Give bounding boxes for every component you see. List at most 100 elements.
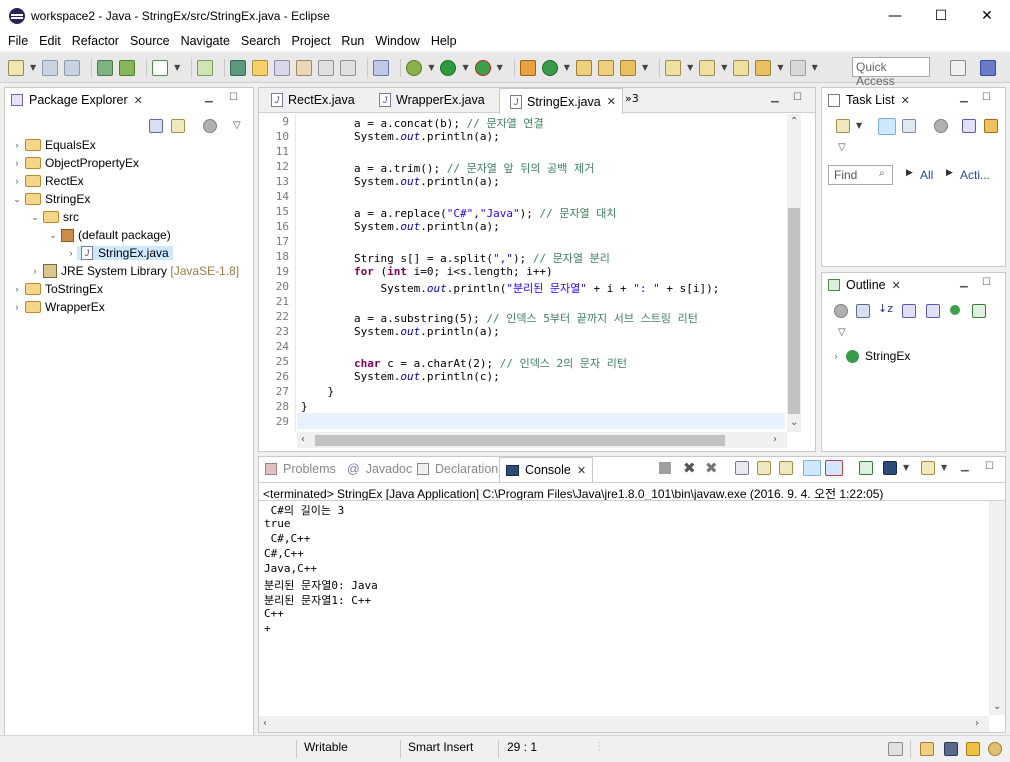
book-icon[interactable] xyxy=(920,742,934,756)
horizontal-scrollbar[interactable]: ‹ › xyxy=(297,432,787,448)
menu-window[interactable]: Window xyxy=(371,34,423,48)
sort-icon[interactable]: ↓z xyxy=(878,302,893,315)
minimize-view-icon[interactable]: ▁ xyxy=(205,92,213,103)
new-task-icon[interactable] xyxy=(836,119,850,133)
previous-annotation-icon[interactable] xyxy=(699,59,716,76)
tree-item-equalsex[interactable]: › EqualsEx xyxy=(11,136,251,154)
search-pencil-icon[interactable] xyxy=(619,59,636,76)
word-wrap-icon[interactable] xyxy=(779,461,793,475)
menu-run[interactable]: Run xyxy=(337,34,368,48)
tab-wrapperex-java[interactable]: J WrapperEx.java xyxy=(369,88,491,112)
open-console-icon[interactable] xyxy=(921,461,935,475)
quick-access-input[interactable]: Quick Access xyxy=(852,57,930,88)
forward-icon[interactable] xyxy=(789,59,806,76)
code-area[interactable]: 9 10 11 12 13 14 15 16 17 18 19 20 21 22… xyxy=(259,114,799,432)
open-perspective-icon[interactable] xyxy=(950,60,966,76)
focus-icon[interactable] xyxy=(834,304,848,318)
show-whitespace-icon[interactable] xyxy=(318,59,335,76)
minimize-button[interactable]: — xyxy=(872,0,918,31)
minimize-view-icon[interactable]: ▁ xyxy=(771,92,779,103)
drag-handle-icon[interactable]: ⋮ xyxy=(594,741,604,752)
magic-wand-icon[interactable] xyxy=(966,742,980,756)
chevron-right-icon[interactable]: › xyxy=(65,248,77,258)
new-icon[interactable] xyxy=(8,59,24,76)
block-selection-icon[interactable] xyxy=(296,59,313,76)
tab-outline[interactable]: Outline ✕ xyxy=(822,273,907,297)
run-icon[interactable] xyxy=(440,59,457,76)
toggle-breadcrumb-icon[interactable] xyxy=(274,59,291,76)
view-menu-icon[interactable]: ▽ xyxy=(233,120,241,131)
tab-package-explorer[interactable]: Package Explorer ✕ xyxy=(5,88,149,112)
hide-fields-icon[interactable] xyxy=(902,304,916,318)
settings-gear-icon[interactable] xyxy=(988,742,1002,756)
import-icon[interactable] xyxy=(97,59,114,76)
collapse-all-icon[interactable] xyxy=(856,304,870,318)
tab-task-list[interactable]: Task List ✕ xyxy=(822,88,916,112)
show-stderr-icon[interactable] xyxy=(825,460,843,476)
hide-local-types-icon[interactable] xyxy=(972,304,986,318)
tree-item-rectex[interactable]: › RectEx xyxy=(11,172,251,190)
chevron-right-icon[interactable]: › xyxy=(11,176,23,186)
tree-item-stringex-java[interactable]: › J StringEx.java xyxy=(11,244,251,262)
open-folder-icon[interactable] xyxy=(575,59,592,76)
remove-all-icon[interactable]: ✖ xyxy=(705,459,718,477)
view-menu-icon[interactable]: ▽ xyxy=(838,327,846,338)
scroll-left-icon[interactable]: ‹ xyxy=(263,718,267,729)
collapse-all-icon[interactable] xyxy=(149,119,163,133)
menu-refactor[interactable]: Refactor xyxy=(68,34,123,48)
tree-item-objectpropertyex[interactable]: › ObjectPropertyEx xyxy=(11,154,251,172)
categorized-icon[interactable] xyxy=(878,118,896,135)
chevron-down-icon[interactable]: ⌄ xyxy=(11,194,23,205)
close-icon[interactable]: ✕ xyxy=(577,464,586,477)
chevron-right-icon[interactable]: › xyxy=(11,158,23,168)
close-button[interactable]: ✕ xyxy=(964,0,1010,31)
tree-item-default-package[interactable]: ⌄ (default package) xyxy=(11,226,251,244)
tree-item-wrapperex[interactable]: › WrapperEx xyxy=(11,298,251,316)
vertical-scrollbar[interactable]: ⌃ ⌄ xyxy=(787,114,801,432)
tab-stringex-java[interactable]: J StringEx.java ✕ xyxy=(499,88,623,114)
hide-completed-icon[interactable] xyxy=(962,119,976,133)
close-icon[interactable]: ✕ xyxy=(892,279,901,292)
close-icon[interactable]: ✕ xyxy=(607,95,616,108)
mark-occurrences-icon[interactable] xyxy=(252,59,269,76)
maximize-button[interactable]: ☐ xyxy=(918,0,964,31)
menu-edit[interactable]: Edit xyxy=(35,34,65,48)
close-icon[interactable]: ✕ xyxy=(134,94,143,107)
menu-file[interactable]: File xyxy=(4,34,32,48)
activate-link[interactable]: Acti... xyxy=(960,168,990,182)
maximize-view-icon[interactable]: ☐ xyxy=(982,92,991,103)
console-horizontal-scrollbar[interactable]: ‹ › xyxy=(259,716,989,732)
tab-overflow[interactable]: »3 xyxy=(625,92,639,105)
menu-search[interactable]: Search xyxy=(237,34,285,48)
progress-icon[interactable] xyxy=(888,742,903,756)
checklist-icon[interactable] xyxy=(152,59,169,76)
filters-icon[interactable] xyxy=(934,119,948,133)
last-edit-icon[interactable] xyxy=(733,59,750,76)
close-icon[interactable]: ✕ xyxy=(901,94,910,107)
synchronize-icon[interactable] xyxy=(984,119,998,133)
minimize-view-icon[interactable]: ▁ xyxy=(961,461,969,472)
show-stdout-icon[interactable] xyxy=(803,460,821,476)
chevron-right-icon[interactable]: › xyxy=(11,302,23,312)
tab-problems[interactable]: Problems xyxy=(259,457,342,481)
maximize-view-icon[interactable]: ☐ xyxy=(985,461,994,472)
new-class-icon[interactable] xyxy=(197,59,214,76)
hide-static-icon[interactable] xyxy=(926,304,940,318)
tree-item-stringex[interactable]: ⌄ StringEx xyxy=(11,190,251,208)
run-external-icon[interactable] xyxy=(474,59,491,76)
scrollbar-thumb[interactable] xyxy=(788,208,800,414)
open-task-icon[interactable] xyxy=(597,59,614,76)
new-java-project-icon[interactable] xyxy=(519,59,536,76)
chevron-right-icon[interactable]: › xyxy=(29,266,41,276)
clear-console-icon[interactable] xyxy=(735,461,749,475)
maximize-view-icon[interactable]: ☐ xyxy=(793,92,802,103)
view-menu-icon[interactable]: ▽ xyxy=(838,142,846,153)
debug-icon[interactable] xyxy=(406,59,423,76)
tab-declaration[interactable]: Declaration xyxy=(411,457,504,481)
save-all-icon[interactable] xyxy=(64,59,81,76)
all-link[interactable]: All xyxy=(920,168,933,182)
back-icon[interactable] xyxy=(755,59,772,76)
find-input[interactable]: Find ⌕ xyxy=(828,165,893,185)
console-output[interactable]: C#의 길이는 3 true C#,C++ C#,C++ Java,C++ 분리… xyxy=(264,502,984,637)
menu-help[interactable]: Help xyxy=(427,34,461,48)
